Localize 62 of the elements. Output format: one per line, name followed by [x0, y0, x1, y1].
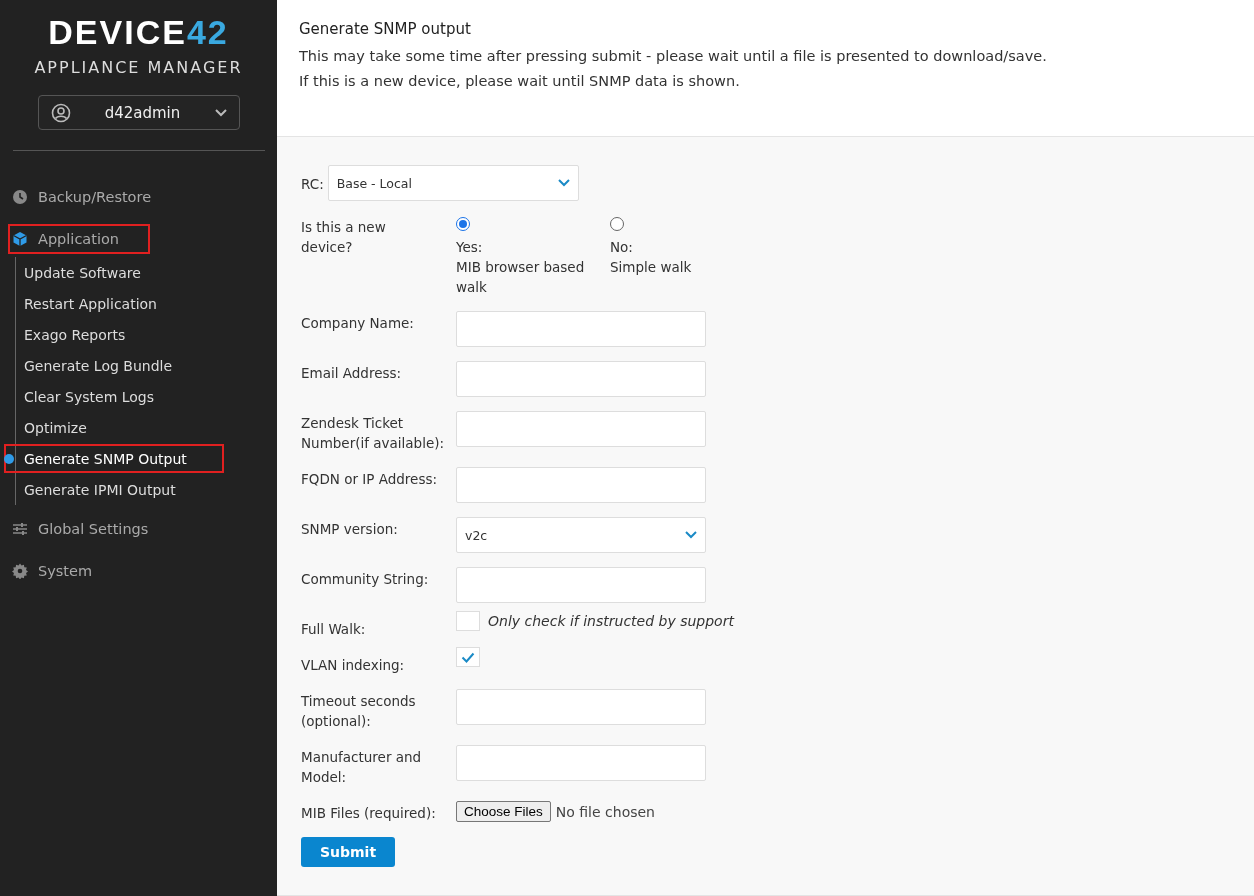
field-label: FQDN or IP Address: [301, 470, 438, 489]
logo: DEVICE42 [48, 14, 229, 50]
field-label: Manufacturer and Model: [301, 748, 423, 787]
nav-subitem[interactable]: Generate SNMP Output [4, 444, 224, 473]
nav-subitem[interactable]: Clear System Logs [4, 382, 277, 411]
clock-icon [12, 189, 28, 205]
nav-subitem[interactable]: Update Software [4, 258, 277, 287]
input-field[interactable] [456, 467, 706, 503]
field-label: Timeout seconds (optional): [301, 692, 417, 731]
version-select[interactable]: v2c [456, 517, 706, 553]
file-status: No file chosen [555, 803, 655, 820]
input-field[interactable] [456, 311, 706, 347]
input-field[interactable] [456, 745, 706, 781]
gear-icon [12, 563, 28, 579]
nav-item[interactable]: Backup/Restore [8, 182, 162, 212]
user-icon [50, 102, 71, 123]
cube-icon [12, 231, 28, 247]
page-title: Generate SNMP output [299, 20, 472, 38]
app-subtitle: APPLIANCE MANAGER [34, 58, 243, 77]
field-label: RC: [301, 175, 324, 194]
radio-button[interactable] [610, 217, 624, 231]
nav-item[interactable]: Global Settings [8, 514, 159, 544]
nav-subitem[interactable]: Restart Application [4, 289, 277, 318]
nav-item[interactable]: Application [8, 224, 150, 254]
input-field[interactable] [456, 689, 706, 725]
radio-label: Simple walk [610, 258, 693, 277]
nav-subitem[interactable]: Generate IPMI Output [4, 475, 277, 504]
user-menu[interactable]: d42admin [37, 95, 240, 130]
checkbox[interactable] [456, 647, 480, 667]
checkbox[interactable] [456, 611, 480, 631]
nav-subitem[interactable]: Optimize [4, 413, 277, 442]
radio-button[interactable] [456, 217, 470, 231]
chevron-icon [557, 179, 570, 187]
info-text: This may take some time after pressing submit - please wait until a file is presented to download/save. [299, 48, 1048, 64]
field-label: SNMP version: [301, 520, 399, 539]
field-label: Is this a new device? [301, 218, 387, 257]
radio-label: Yes: [456, 238, 484, 257]
field-label: Email Address: [301, 364, 403, 383]
field-label: MIB Files (required): [301, 804, 437, 823]
field-label: Full Walk: [301, 620, 367, 639]
input-field[interactable] [456, 411, 706, 447]
nav-subitem[interactable]: Exago Reports [4, 320, 277, 349]
submit-button[interactable]: Submit [301, 837, 395, 867]
nav-item[interactable]: System [8, 556, 103, 586]
choose-files-button[interactable]: Choose Files [456, 801, 551, 822]
chevron-icon [685, 531, 697, 539]
field-label: Community String: [301, 570, 430, 589]
input-field[interactable] [456, 567, 706, 603]
hint-text: Only check if instructed by support [488, 613, 734, 629]
field-label: Company Name: [301, 314, 415, 333]
sliders-icon [12, 521, 28, 537]
rc-select[interactable]: Base - Local [327, 165, 579, 201]
input-field[interactable] [456, 361, 706, 397]
info-text: If this is a new device, please wait until SNMP data is shown. [299, 73, 741, 89]
chevron-icon [214, 108, 227, 117]
active-dot [4, 453, 14, 464]
field-label: Zendesk Ticket Number(if available): [301, 414, 446, 453]
field-label: VLAN indexing: [301, 656, 406, 675]
check-icon [461, 651, 475, 663]
nav-subitem[interactable]: Generate Log Bundle [4, 351, 277, 380]
radio-label: MIB browser based walk [456, 258, 586, 297]
radio-label: No: [610, 238, 634, 257]
